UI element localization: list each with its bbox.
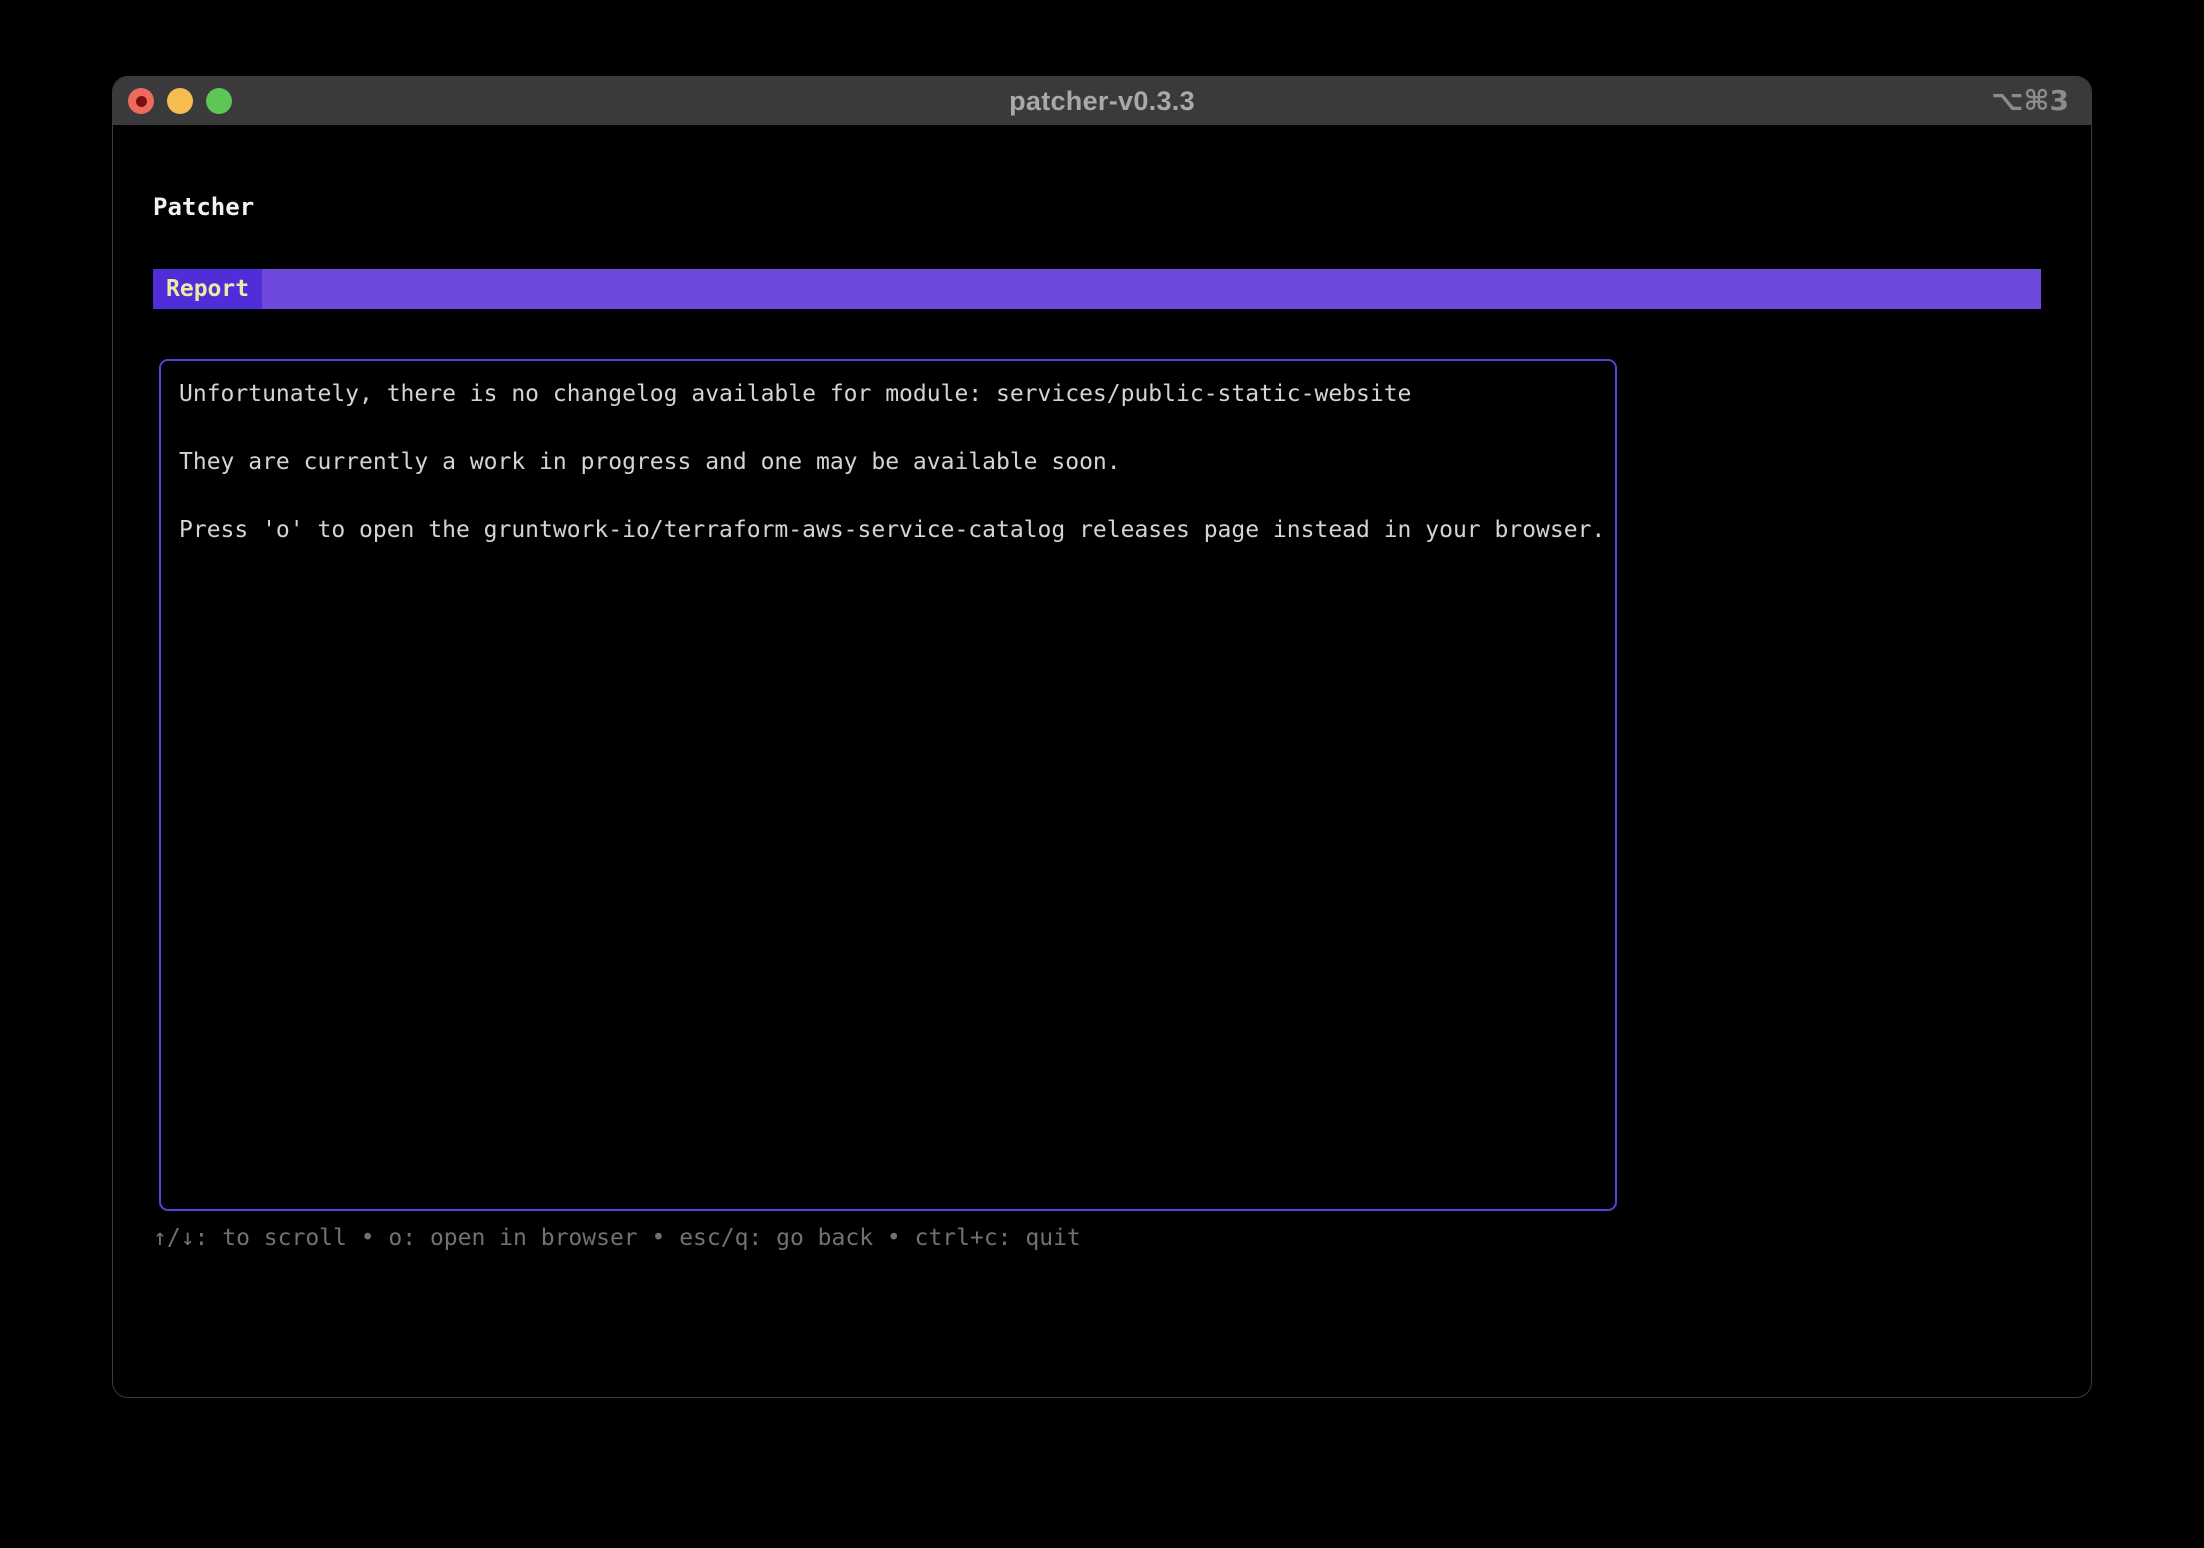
window-shortcut-hint: ⌥⌘3 [1991,77,2069,125]
tab-report[interactable]: Report [153,269,262,309]
report-line-press-o: Press 'o' to open the gruntwork-io/terra… [179,513,1597,547]
window-titlebar[interactable]: patcher-v0.3.3 ⌥⌘3 [113,77,2091,125]
app-title: Patcher [153,193,254,221]
window-title: patcher-v0.3.3 [113,77,2091,125]
terminal-content: Patcher Report Unfortunately, there is n… [113,125,2091,1398]
terminal-window: patcher-v0.3.3 ⌥⌘3 Patcher Report Unfort… [112,76,2092,1398]
help-bar: ↑/↓: to scroll • o: open in browser • es… [153,1225,1081,1251]
tab-bar: Report [153,269,2041,309]
changelog-viewport[interactable]: Unfortunately, there is no changelog ava… [159,359,1617,1211]
report-line-no-changelog: Unfortunately, there is no changelog ava… [179,377,1597,411]
report-line-work-in-progress: They are currently a work in progress an… [179,445,1597,479]
